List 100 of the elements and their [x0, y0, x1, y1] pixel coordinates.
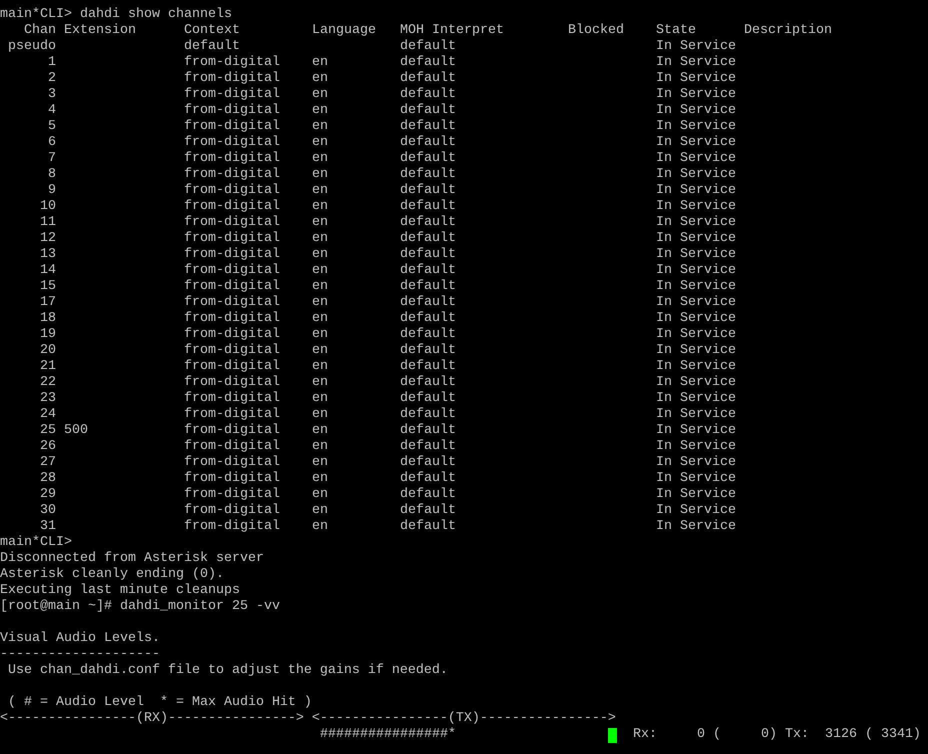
table-cell: from-digital [184, 279, 280, 294]
table-cell: default [400, 279, 456, 294]
table-cell: 28 [40, 471, 56, 486]
table-cell: In Service [656, 231, 736, 246]
table-cell: default [400, 39, 456, 54]
table-cell: 10 [40, 199, 56, 214]
table-cell: from-digital [184, 263, 280, 278]
table-cell: 19 [40, 327, 56, 342]
table-cell: from-digital [184, 183, 280, 198]
audio-counters: Rx: 0 ( 0) Tx: 3126 ( 3341) [633, 727, 921, 743]
table-cell: en [312, 471, 328, 486]
table-cell: en [312, 87, 328, 102]
table-cell: default [400, 391, 456, 406]
terminal-line: -------------------- [0, 647, 160, 663]
table-cell: 13 [40, 247, 56, 262]
terminal-line: Asterisk cleanly ending (0). [0, 567, 224, 583]
table-cell: en [312, 167, 328, 182]
table-cell: en [312, 231, 328, 246]
table-cell: 18 [40, 311, 56, 326]
table-cell: from-digital [184, 215, 280, 230]
table-cell: 15 [40, 279, 56, 294]
table-cell: In Service [656, 455, 736, 470]
table-cell: en [312, 151, 328, 166]
table-cell: default [400, 199, 456, 214]
terminal-line: Visual Audio Levels. [0, 631, 160, 647]
table-cell: from-digital [184, 519, 280, 534]
table-cell: default [400, 343, 456, 358]
terminal-line: Disconnected from Asterisk server [0, 551, 264, 567]
table-cell: In Service [656, 39, 736, 54]
table-cell: default [400, 151, 456, 166]
table-cell: from-digital [184, 135, 280, 150]
table-cell: from-digital [184, 103, 280, 118]
table-cell: 31 [40, 519, 56, 534]
table-cell: default [400, 231, 456, 246]
table-cell: 20 [40, 343, 56, 358]
table-cell: from-digital [184, 503, 280, 518]
table-cell: from-digital [184, 471, 280, 486]
table-cell: In Service [656, 183, 736, 198]
table-cell: In Service [656, 55, 736, 70]
table-cell: en [312, 103, 328, 118]
table-cell: en [312, 327, 328, 342]
table-cell: In Service [656, 199, 736, 214]
table-cell: default [400, 407, 456, 422]
table-cell: In Service [656, 247, 736, 262]
column-header: MOH Interpret [400, 23, 504, 38]
terminal-line: <----------------(RX)----------------> <----------------(TX)----------------> [0, 711, 616, 727]
table-cell: In Service [656, 167, 736, 182]
table-cell: en [312, 439, 328, 454]
table-cell: default [400, 375, 456, 390]
table-cell: from-digital [184, 423, 280, 438]
table-cell: In Service [656, 391, 736, 406]
table-cell: default [400, 471, 456, 486]
table-cell: 8 [48, 167, 56, 182]
table-cell: en [312, 199, 328, 214]
table-cell: In Service [656, 439, 736, 454]
table-cell: In Service [656, 295, 736, 310]
table-cell: 5 [48, 119, 56, 134]
table-cell: 22 [40, 375, 56, 390]
table-cell: default [400, 103, 456, 118]
table-cell: default [400, 135, 456, 150]
table-cell: en [312, 135, 328, 150]
table-cell: 17 [40, 295, 56, 310]
column-header: Description [744, 23, 832, 38]
terminal-line: Executing last minute cleanups [0, 583, 240, 599]
table-cell: en [312, 263, 328, 278]
table-cell: In Service [656, 375, 736, 390]
table-cell: default [400, 119, 456, 134]
cursor-block [608, 728, 617, 742]
table-cell: default [400, 503, 456, 518]
table-cell: from-digital [184, 343, 280, 358]
table-cell: 14 [40, 263, 56, 278]
table-cell: default [400, 327, 456, 342]
terminal-line: ( # = Audio Level * = Max Audio Hit ) [6, 695, 312, 711]
column-header: Blocked [568, 23, 624, 38]
table-cell: 30 [40, 503, 56, 518]
table-cell: from-digital [184, 119, 280, 134]
table-cell: en [312, 519, 328, 534]
table-cell: en [312, 71, 328, 86]
table-cell: 11 [40, 215, 56, 230]
table-cell: from-digital [184, 487, 280, 502]
table-cell: en [312, 455, 328, 470]
table-cell: default [400, 87, 456, 102]
table-cell: 26 [40, 439, 56, 454]
table-cell: from-digital [184, 247, 280, 262]
table-cell: In Service [656, 279, 736, 294]
table-cell: In Service [656, 311, 736, 326]
table-cell: en [312, 247, 328, 262]
table-cell: from-digital [184, 71, 280, 86]
table-cell: default [400, 295, 456, 310]
table-cell: 9 [48, 183, 56, 198]
table-cell: default [400, 183, 456, 198]
terminal-line: [root@main ~]# dahdi_monitor 25 -vv [0, 599, 280, 615]
table-cell: from-digital [184, 167, 280, 182]
table-cell: In Service [656, 327, 736, 342]
terminal-line: main*CLI> [0, 535, 72, 551]
table-cell: In Service [656, 263, 736, 278]
table-cell: 29 [40, 487, 56, 502]
table-cell: from-digital [184, 375, 280, 390]
table-cell: default [400, 311, 456, 326]
table-cell: 21 [40, 359, 56, 374]
